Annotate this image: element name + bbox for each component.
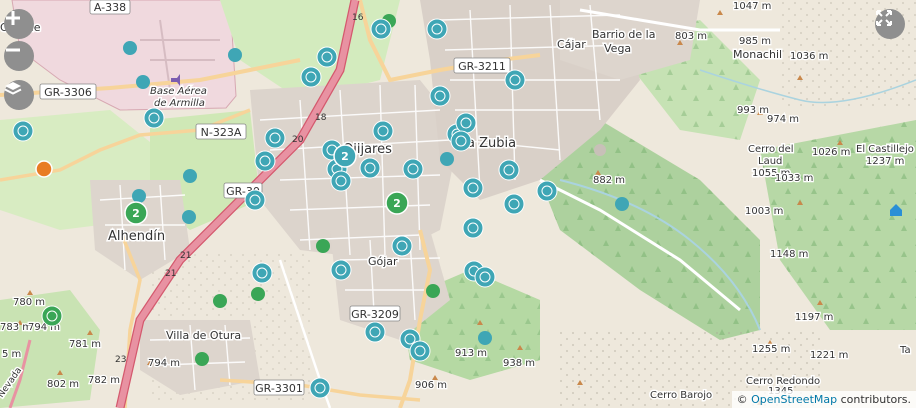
elev-794a: 794 m	[148, 358, 180, 369]
place-cerro-barojo: Cerro Barojo	[650, 390, 712, 401]
place-gojar: Gójar	[368, 255, 398, 268]
cluster-count: 2	[132, 207, 140, 220]
map-marker-green[interactable]	[195, 352, 209, 366]
quarry-icon	[594, 144, 606, 156]
minus-icon	[6, 48, 20, 52]
elev-1148: 1148 m	[770, 249, 808, 260]
place-barrio-2: Vega	[604, 42, 631, 55]
road-label-gr3306: GR-3306	[44, 86, 92, 99]
elev-780: 780 m	[13, 297, 45, 308]
openstreetmap-link[interactable]: OpenStreetMap	[751, 393, 837, 406]
place-cerro-laud-1: Cerro del	[748, 144, 794, 155]
elev-913: 913 m	[455, 348, 487, 359]
place-alhendin: Alhendín	[108, 229, 165, 244]
elev-802: 802 m	[47, 379, 79, 390]
place-la-zubia: a Zubia	[467, 136, 516, 151]
km-21b: 21	[165, 269, 176, 279]
map-marker[interactable]	[182, 210, 196, 224]
map-marker-orange[interactable]	[35, 160, 53, 178]
elev-993: 993 m	[737, 105, 769, 116]
km-16: 16	[352, 13, 364, 23]
road-label-gr3211: GR-3211	[458, 60, 506, 73]
cluster-marker[interactable]: 2	[124, 201, 148, 225]
elev-882: 882 m	[593, 175, 625, 186]
map-canvas[interactable]: A-338 GR-3306 GR-3211 N-323A GR-30 GR-32…	[0, 0, 916, 408]
elev-1033: 1033 m	[775, 173, 813, 184]
place-cajar: Cájar	[557, 38, 586, 51]
elev-1255: 1255 m	[752, 344, 790, 355]
elev-1026: 1026 m	[812, 147, 850, 158]
elev-974: 974 m	[767, 114, 799, 125]
elev-5: 5 m	[2, 349, 21, 360]
km-23: 23	[115, 355, 126, 365]
map-marker-green[interactable]	[213, 294, 227, 308]
map-marker[interactable]	[123, 41, 137, 55]
map-marker[interactable]	[615, 197, 629, 211]
cluster-marker[interactable]: 2	[333, 144, 357, 168]
elev-938: 938 m	[503, 358, 535, 369]
map-marker[interactable]	[132, 189, 146, 203]
layers-button[interactable]	[4, 80, 34, 110]
road-label-n323a: N-323A	[201, 126, 242, 139]
cluster-marker[interactable]: 2	[385, 191, 409, 215]
km-18: 18	[315, 113, 327, 123]
map-container[interactable]: A-338 GR-3306 GR-3211 N-323A GR-30 GR-32…	[0, 0, 916, 408]
map-marker[interactable]	[136, 75, 150, 89]
map-marker[interactable]	[478, 331, 492, 345]
cluster-count: 2	[341, 150, 349, 163]
elev-781: 781 m	[69, 339, 101, 350]
place-cerro-laud-2: Laud	[758, 156, 782, 167]
elev-1036: 1036 m	[790, 51, 828, 62]
elev-803: 803 m	[675, 31, 707, 42]
map-marker[interactable]	[440, 152, 454, 166]
place-castillejo-1: El Castillejo	[856, 144, 914, 155]
place-ta: Ta	[899, 345, 911, 356]
elev-1047: 1047 m	[733, 1, 771, 12]
km-21a: 21	[180, 251, 191, 261]
map-marker-green[interactable]	[251, 287, 265, 301]
zoom-in-button[interactable]	[4, 9, 34, 39]
road-label-a338: A-338	[94, 1, 126, 14]
elev-1197: 1197 m	[795, 312, 833, 323]
km-20: 20	[292, 135, 304, 145]
place-castillejo-2: 1237 m	[866, 156, 904, 167]
map-marker-green[interactable]	[316, 239, 330, 253]
place-monachil: Monachil	[733, 48, 782, 61]
place-barrio-1: Barrio de la	[592, 28, 655, 41]
map-marker[interactable]	[183, 169, 197, 183]
cluster-count: 2	[393, 197, 401, 210]
map-marker-green[interactable]	[426, 284, 440, 298]
place-base-1: Base Aérea	[150, 85, 207, 97]
attribution: © OpenStreetMap contributors.	[731, 391, 916, 408]
fullscreen-icon	[876, 10, 892, 26]
elev-782: 782 m	[88, 375, 120, 386]
elev-1221: 1221 m	[810, 350, 848, 361]
plus-icon	[6, 11, 20, 25]
layers-icon	[4, 82, 22, 95]
place-villa-otura: Villa de Otura	[166, 329, 241, 342]
road-label-gr3301: GR-3301	[255, 382, 303, 395]
map-marker[interactable]	[228, 48, 242, 62]
attribution-suffix: contributors.	[837, 393, 911, 406]
attribution-prefix: ©	[736, 393, 752, 406]
elev-985: 985 m	[739, 36, 771, 47]
elev-1003: 1003 m	[745, 206, 783, 217]
place-base-2: de Armilla	[154, 98, 205, 109]
road-label-gr3209: GR-3209	[351, 308, 399, 321]
elev-906: 906 m	[415, 380, 447, 391]
zoom-out-button[interactable]	[4, 41, 34, 71]
fullscreen-button[interactable]	[875, 9, 905, 39]
